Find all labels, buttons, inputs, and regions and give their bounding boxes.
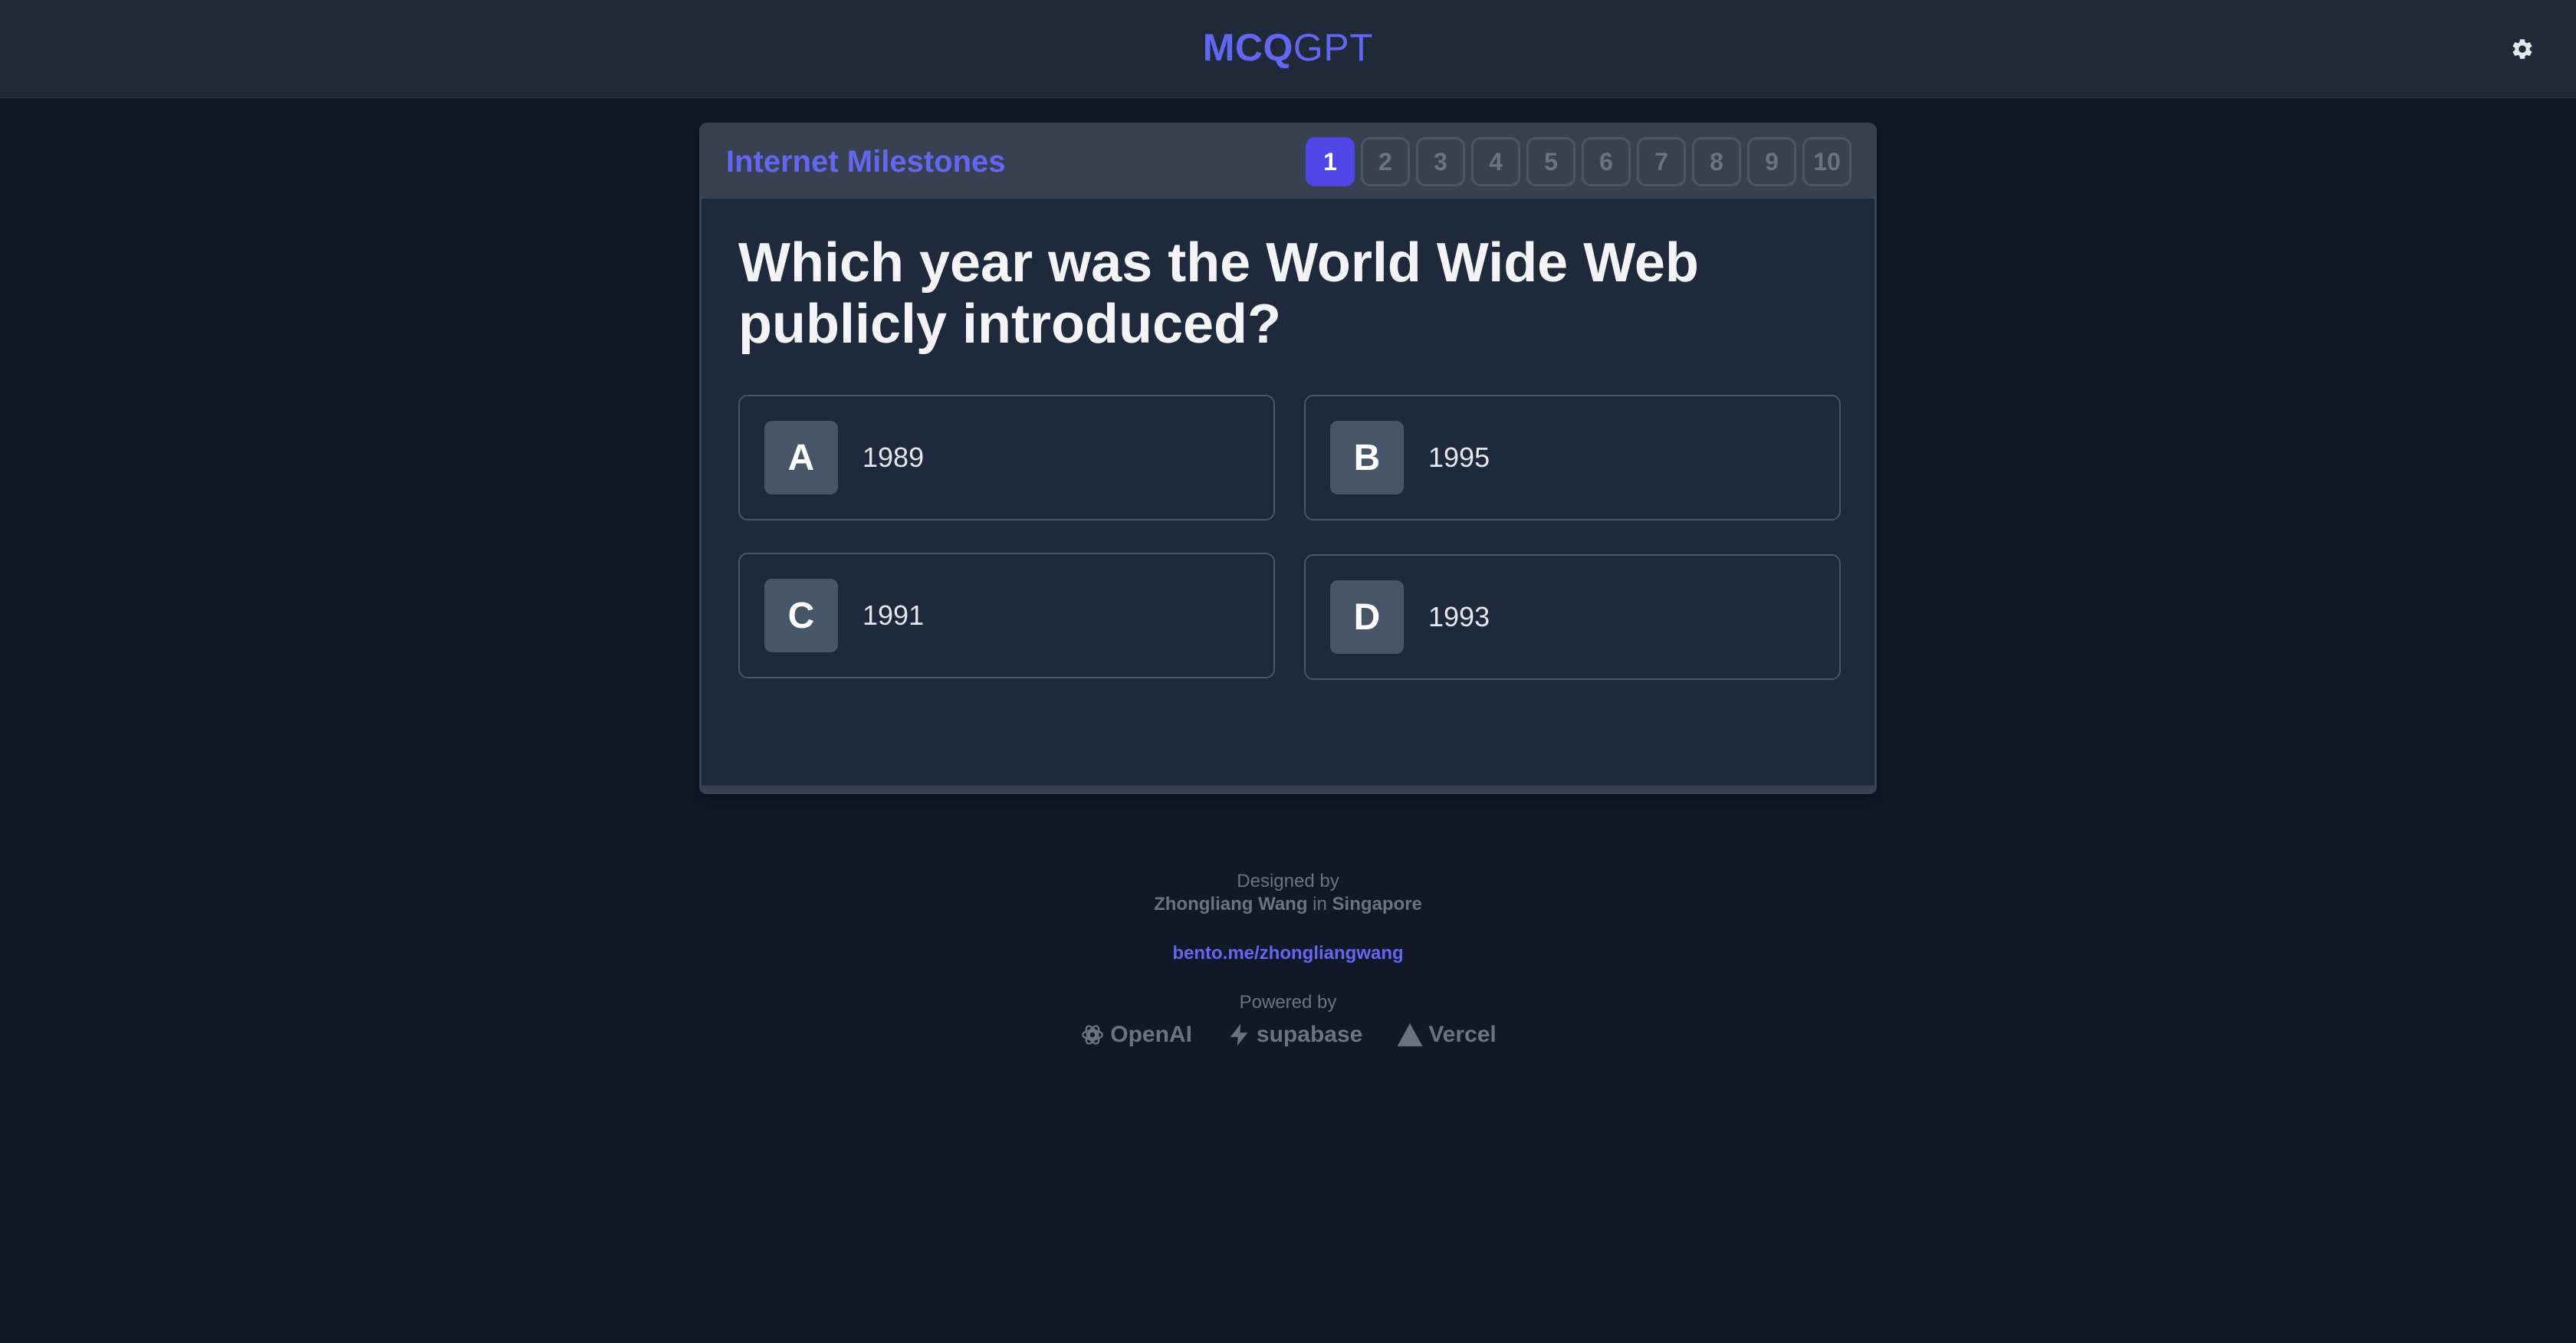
brand-mcq: MCQ xyxy=(1202,26,1293,69)
question-text: Which year was the World Wide Web public… xyxy=(738,232,1699,355)
brand-gpt: GPT xyxy=(1293,26,1374,69)
vercel-label: Vercel xyxy=(1428,1022,1497,1047)
in-text: in xyxy=(1313,894,1327,914)
quiz-card: Internet Milestones 1 2 3 4 5 6 7 8 9 10… xyxy=(699,123,1877,794)
page-button-1[interactable]: 1 xyxy=(1306,137,1355,186)
option-letter: B xyxy=(1330,421,1404,494)
option-text: 1993 xyxy=(1428,601,1490,632)
quiz-card-header: Internet Milestones 1 2 3 4 5 6 7 8 9 10 xyxy=(702,125,1875,199)
vercel-logo-icon xyxy=(1396,1022,1424,1048)
app-logo[interactable]: MCQGPT xyxy=(0,23,2576,72)
supabase-link[interactable]: supabase xyxy=(1226,1020,1362,1050)
option-letter: A xyxy=(764,421,838,494)
page-button-9[interactable]: 9 xyxy=(1747,137,1796,186)
openai-link[interactable]: OpenAI xyxy=(1079,1020,1192,1050)
option-text: 1995 xyxy=(1428,442,1490,473)
option-c-button[interactable]: C 1991 xyxy=(738,553,1275,678)
page-button-7[interactable]: 7 xyxy=(1637,137,1686,186)
designed-by-label: Designed by xyxy=(1237,871,1339,892)
option-letter: C xyxy=(764,579,838,652)
author-name: Zhongliang Wang xyxy=(1154,894,1308,914)
top-bar: MCQGPT xyxy=(0,0,2576,98)
option-text: 1991 xyxy=(863,599,925,631)
option-b-button[interactable]: B 1995 xyxy=(1304,395,1841,520)
gear-icon[interactable] xyxy=(2510,37,2535,61)
supabase-logo-icon xyxy=(1226,1022,1252,1048)
vercel-link[interactable]: Vercel xyxy=(1396,1020,1497,1050)
progress-bar xyxy=(702,786,1875,792)
page-button-2[interactable]: 2 xyxy=(1361,137,1410,186)
option-d-button[interactable]: D 1993 xyxy=(1304,554,1841,680)
quiz-title: Internet Milestones xyxy=(726,145,1006,179)
option-text: 1989 xyxy=(863,442,925,473)
supabase-label: supabase xyxy=(1256,1022,1363,1047)
page-button-4[interactable]: 4 xyxy=(1471,137,1520,186)
page-button-6[interactable]: 6 xyxy=(1582,137,1631,186)
author-credits: Zhongliang Wang in Singapore xyxy=(0,894,2576,915)
option-letter: D xyxy=(1330,580,1404,654)
openai-logo-icon xyxy=(1079,1022,1106,1048)
option-a-button[interactable]: A 1989 xyxy=(738,395,1275,520)
page-button-3[interactable]: 3 xyxy=(1416,137,1465,186)
sponsor-logos: OpenAI supabase Vercel xyxy=(0,1020,2576,1050)
author-location: Singapore xyxy=(1332,894,1422,914)
page-button-8[interactable]: 8 xyxy=(1692,137,1741,186)
page-button-10[interactable]: 10 xyxy=(1802,137,1852,186)
question-pager: 1 2 3 4 5 6 7 8 9 10 xyxy=(1306,137,1852,186)
page-button-5[interactable]: 5 xyxy=(1526,137,1576,186)
powered-by-label: Powered by xyxy=(1239,992,1337,1013)
openai-label: OpenAI xyxy=(1110,1022,1192,1047)
bento-link[interactable]: bento.me/zhongliangwang xyxy=(0,943,2576,964)
